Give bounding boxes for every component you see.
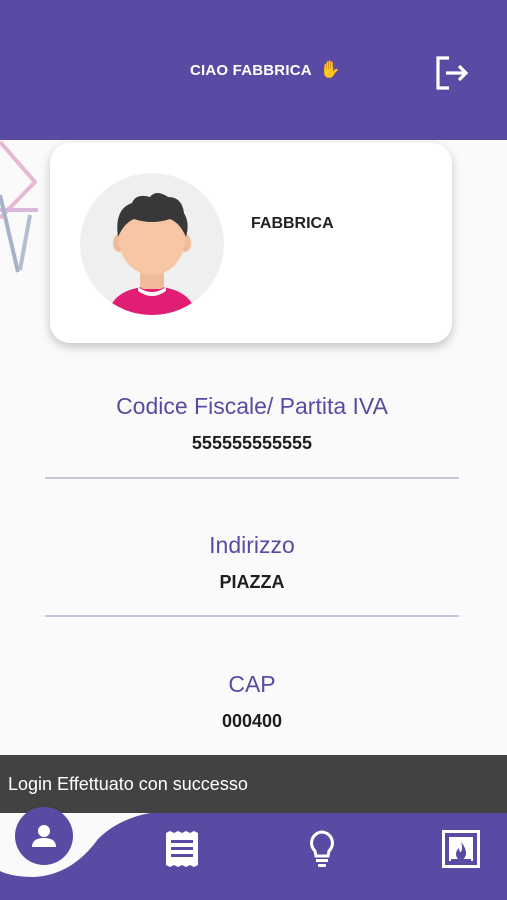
nav-profile-button[interactable] [15,807,73,865]
field-codice-fiscale: Codice Fiscale/ Partita IVA 555555555555 [45,393,459,454]
field-indirizzo: Indirizzo PIAZZA [45,532,459,593]
field-label: Codice Fiscale/ Partita IVA [116,393,388,419]
bottom-nav [0,813,507,900]
field-label: CAP [228,671,276,697]
greeting: CIAO FABBRICA ✋ [190,60,341,80]
profile-name: FABBRICA [251,215,334,232]
waving-hand-icon: ✋ [319,60,342,79]
logout-icon[interactable] [434,55,472,91]
field-cap: CAP 000400 [45,671,459,732]
decorative-shape [0,140,38,273]
fireplace-icon[interactable] [442,830,480,868]
field-label: Indirizzo [209,532,295,558]
divider [45,477,459,479]
field-value: 555555555555 [191,433,313,453]
receipt-icon[interactable] [165,830,199,868]
app-header: CIAO FABBRICA ✋ [0,0,507,140]
field-value: 000400 [221,711,283,731]
snackbar: Login Effettuato con successo [0,755,507,813]
greeting-text: CIAO FABBRICA [190,61,312,79]
field-value: PIAZZA [219,572,285,592]
lightbulb-icon[interactable] [308,829,336,869]
bottom-nav-background [0,813,507,900]
divider [45,615,459,617]
snackbar-message: Login Effettuato con successo [8,773,248,794]
person-icon [32,825,56,847]
user-avatar-icon [80,173,224,315]
profile-card: FABBRICA [50,143,452,343]
